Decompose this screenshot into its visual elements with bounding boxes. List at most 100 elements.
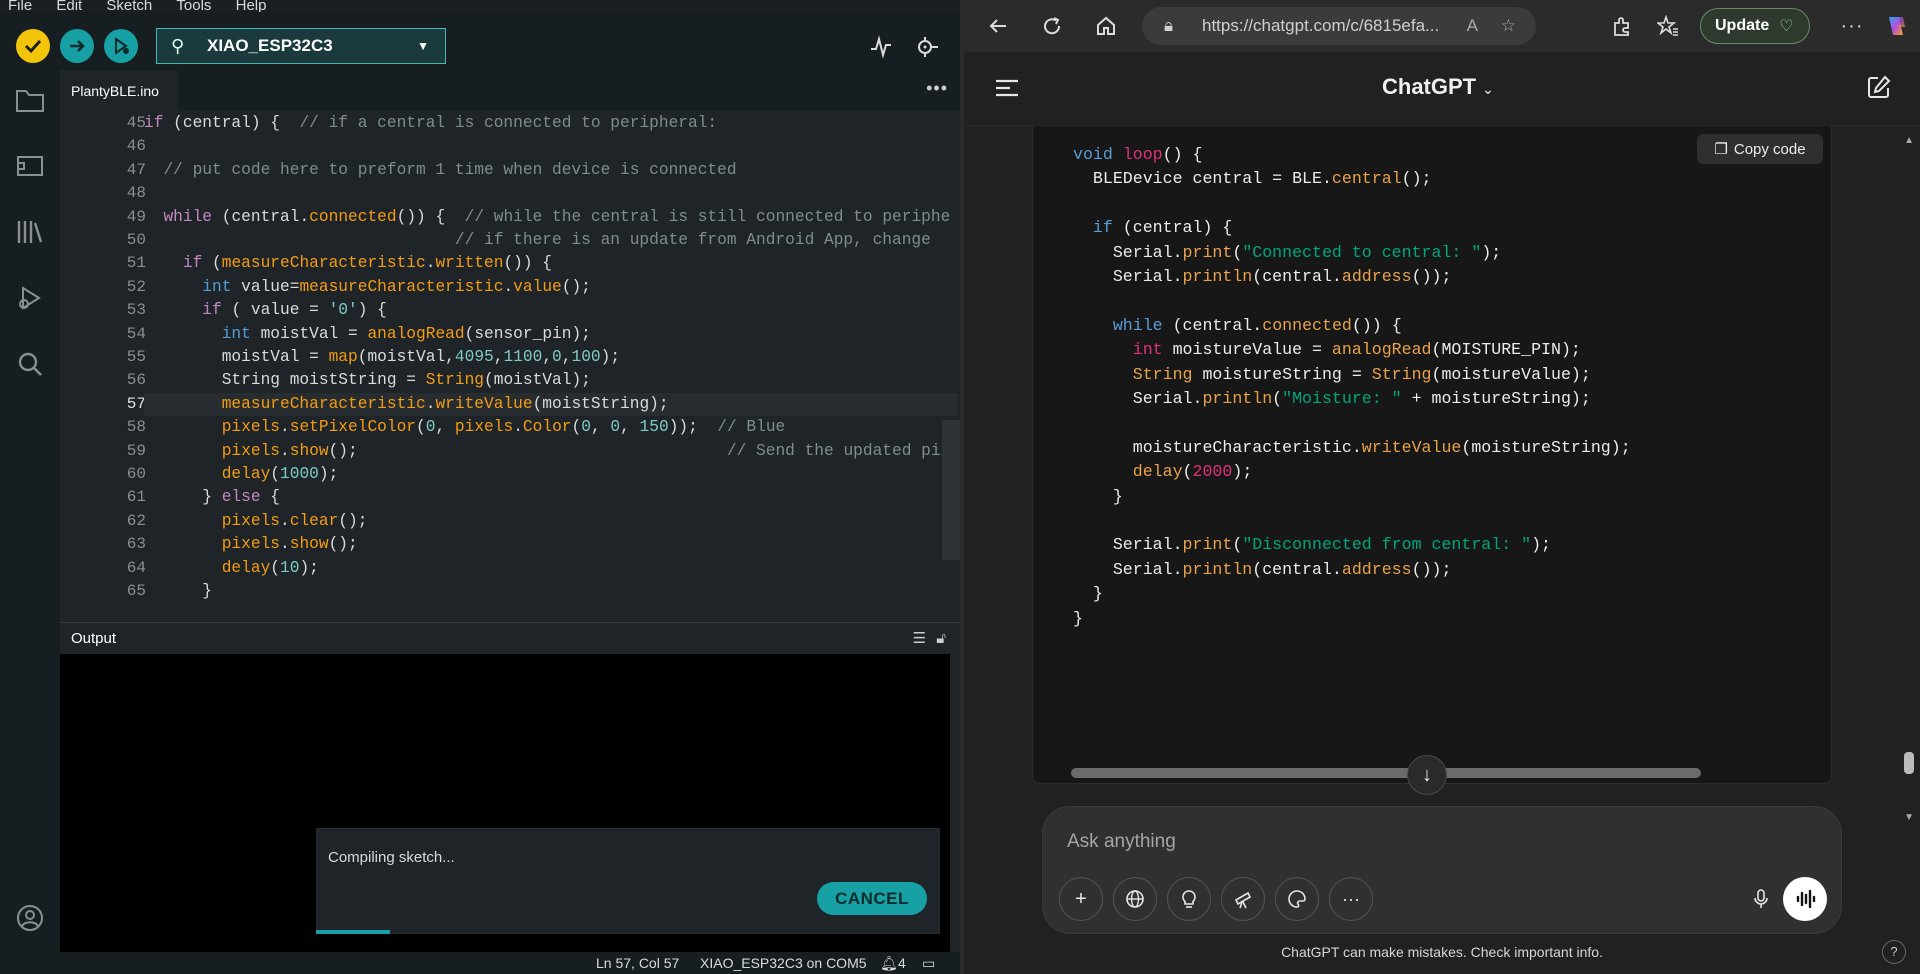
code-editor[interactable]: 45 46 47 48 49 50 51 52 53 54 55 56 57 58 59 60 61 62 63 64… bbox=[60, 110, 960, 615]
board-selector[interactable]: ⚲ XIAO_ESP32C3 ▼ bbox=[156, 28, 446, 64]
scroll-to-bottom-button[interactable]: ↓ bbox=[1407, 755, 1447, 795]
menu-tools[interactable]: Tools bbox=[176, 0, 211, 12]
code-line[interactable]: if (central) { // if a central is connec… bbox=[144, 112, 717, 135]
compile-notification: Compiling sketch... CANCEL bbox=[316, 828, 940, 934]
serial-monitor-button[interactable] bbox=[912, 32, 942, 62]
debug-icon bbox=[115, 37, 129, 55]
lock-scroll-icon[interactable]: 🔓︎ bbox=[936, 630, 946, 647]
menu-help[interactable]: Help bbox=[236, 0, 267, 12]
board-name: XIAO_ESP32C3 bbox=[207, 36, 333, 55]
prompt-input[interactable]: Ask anything bbox=[1067, 831, 1176, 853]
debug-panel-icon[interactable] bbox=[14, 282, 46, 314]
menu-sketch[interactable]: Sketch bbox=[106, 0, 152, 12]
code-area[interactable]: if (central) { // if a central is connec… bbox=[144, 110, 960, 615]
output-label: Output bbox=[71, 630, 117, 647]
more-tools-button[interactable]: ··· bbox=[1329, 877, 1373, 921]
line-number: 54 bbox=[126, 324, 146, 343]
more-icon[interactable]: ••• bbox=[926, 78, 948, 99]
reason-button[interactable] bbox=[1167, 877, 1211, 921]
lightbulb-icon bbox=[1182, 890, 1196, 908]
model-selector[interactable]: ChatGPT ⌄ bbox=[1382, 74, 1494, 100]
boards-manager-icon[interactable] bbox=[14, 150, 46, 182]
code-line[interactable]: pixels.show(); bbox=[144, 533, 358, 556]
code-line[interactable]: pixels.clear(); bbox=[144, 510, 368, 533]
code-line[interactable]: delay(10); bbox=[144, 557, 319, 580]
scroll-down-arrow-icon[interactable]: ▼ bbox=[1904, 812, 1914, 823]
line-number: 51 bbox=[126, 254, 146, 273]
voice-mode-button[interactable] bbox=[1783, 877, 1827, 921]
editor-vertical-scrollbar[interactable] bbox=[942, 420, 960, 560]
page-vertical-scrollbar[interactable] bbox=[1904, 752, 1914, 774]
line-number: 53 bbox=[126, 301, 146, 320]
home-icon[interactable] bbox=[1092, 12, 1120, 40]
sketchbook-folder-icon[interactable] bbox=[14, 84, 46, 116]
update-button[interactable]: Update ♡ bbox=[1700, 8, 1810, 44]
debug-button[interactable] bbox=[104, 29, 138, 63]
cursor-position[interactable]: Ln 57, Col 57 bbox=[596, 952, 679, 974]
read-aloud-icon[interactable]: A bbox=[1467, 7, 1478, 45]
code-line[interactable]: measureCharacteristic.writeValue(moistSt… bbox=[144, 392, 958, 416]
add-attachment-button[interactable]: + bbox=[1059, 877, 1103, 921]
search-icon[interactable] bbox=[14, 348, 46, 380]
bell-icon[interactable]: 🔔︎ bbox=[880, 952, 898, 974]
line-number: 56 bbox=[126, 371, 146, 390]
code-line: Serial.println(central.address()); bbox=[1073, 559, 1452, 579]
activity-bar bbox=[0, 70, 60, 974]
code-line[interactable]: if (measureCharacteristic.written()) { bbox=[144, 252, 552, 275]
disclaimer-text: ChatGPT can make mistakes. Check importa… bbox=[1281, 944, 1603, 960]
verify-button[interactable] bbox=[16, 29, 50, 63]
code-line: Serial.println("Moisture: " + moistureSt… bbox=[1073, 389, 1591, 408]
output-panel-header: Output ☰ 🔓︎ bbox=[60, 622, 960, 654]
copy-code-button[interactable]: ❐ Copy code bbox=[1697, 134, 1823, 164]
extensions-icon[interactable] bbox=[1608, 12, 1636, 40]
code-line[interactable]: pixels.show(); // Send the updated pixe bbox=[144, 440, 960, 463]
code-horizontal-scrollbar[interactable] bbox=[1071, 768, 1701, 778]
code-block[interactable]: ❐ Copy code void loop() { BLEDevice cent… bbox=[1032, 126, 1832, 784]
status-bar: Ln 57, Col 57 XIAO_ESP32C3 on COM5 🔔︎ 4 … bbox=[60, 952, 960, 974]
line-number: 52 bbox=[126, 277, 146, 296]
favorite-star-icon[interactable]: ☆ bbox=[1501, 7, 1516, 45]
code-line[interactable]: int moistVal = analogRead(sensor_pin); bbox=[144, 323, 591, 346]
library-manager-icon[interactable] bbox=[14, 216, 46, 248]
code-line[interactable]: } bbox=[144, 580, 212, 603]
search-web-button[interactable] bbox=[1113, 877, 1157, 921]
account-icon[interactable] bbox=[14, 902, 46, 934]
serial-plotter-button[interactable] bbox=[866, 32, 896, 62]
code-line[interactable]: int value=measureCharacteristic.value(); bbox=[144, 276, 591, 299]
cancel-button[interactable]: CANCEL bbox=[817, 882, 927, 915]
upload-button[interactable] bbox=[60, 29, 94, 63]
favorites-icon[interactable] bbox=[1654, 12, 1682, 40]
deep-research-button[interactable] bbox=[1221, 877, 1265, 921]
dictate-button[interactable] bbox=[1743, 881, 1779, 917]
code-line[interactable]: delay(1000); bbox=[144, 463, 339, 486]
more-menu-icon[interactable]: ··· bbox=[1838, 12, 1866, 40]
create-image-button[interactable] bbox=[1275, 877, 1319, 921]
clear-output-icon[interactable]: ☰ bbox=[913, 630, 926, 647]
refresh-icon[interactable] bbox=[1038, 12, 1066, 40]
line-number-gutter: 45 46 47 48 49 50 51 52 53 54 55 56 57 58 59 60 61 62 63 64… bbox=[60, 110, 146, 615]
address-bar[interactable]: 🔒︎ https://chatgpt.com/c/6815efa... A ☆ bbox=[1142, 7, 1536, 45]
plus-icon: + bbox=[1075, 887, 1087, 910]
code-line[interactable]: moistVal = map(moistVal,4095,1100,0,100)… bbox=[144, 346, 620, 369]
palette-icon bbox=[1288, 890, 1306, 908]
menu-file[interactable]: File bbox=[8, 0, 32, 12]
help-button[interactable]: ? bbox=[1882, 940, 1906, 964]
sidebar-toggle-icon[interactable] bbox=[994, 78, 1020, 103]
scroll-up-arrow-icon[interactable]: ▲ bbox=[1904, 135, 1914, 146]
board-port-status[interactable]: XIAO_ESP32C3 on COM5 bbox=[700, 952, 867, 974]
code-line[interactable]: // if there is an update from Android Ap… bbox=[144, 229, 931, 252]
code-line[interactable]: String moistString = String(moistVal); bbox=[144, 369, 591, 392]
panel-toggle-icon[interactable]: ▭ bbox=[922, 952, 935, 974]
tab-plantyble-ino[interactable]: PlantyBLE.ino bbox=[60, 70, 178, 110]
copilot-icon[interactable] bbox=[1882, 12, 1910, 40]
menu-edit[interactable]: Edit bbox=[56, 0, 82, 12]
code-line[interactable]: while (central.connected()) { // while t… bbox=[144, 206, 950, 229]
code-line[interactable]: pixels.setPixelColor(0, pixels.Color(0, … bbox=[144, 416, 786, 439]
code-line[interactable]: } else { bbox=[144, 486, 280, 509]
code-line[interactable]: // put code here to preform 1 time when … bbox=[144, 159, 736, 182]
chat-composer[interactable]: Ask anything + ··· bbox=[1042, 806, 1842, 934]
new-chat-icon[interactable] bbox=[1866, 74, 1892, 105]
code-line[interactable]: if ( value = '0') { bbox=[144, 299, 387, 322]
lock-icon[interactable]: 🔒︎ bbox=[1164, 7, 1173, 45]
back-icon[interactable] bbox=[984, 12, 1012, 40]
